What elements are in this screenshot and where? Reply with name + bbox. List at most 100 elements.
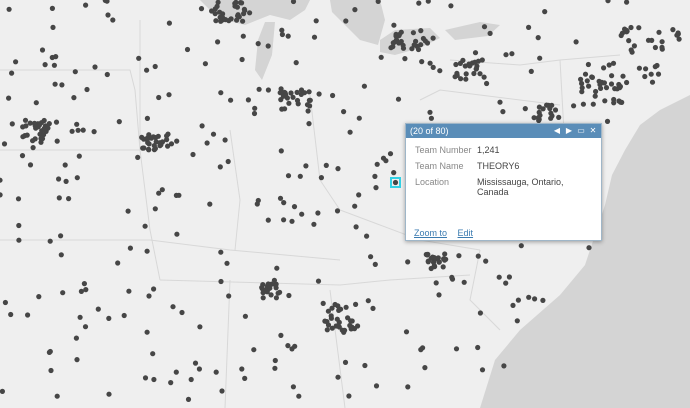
team-marker[interactable]: [501, 363, 507, 369]
team-marker[interactable]: [418, 347, 424, 353]
team-marker[interactable]: [549, 113, 555, 119]
team-marker[interactable]: [251, 110, 258, 117]
team-marker[interactable]: [535, 35, 541, 41]
team-marker[interactable]: [611, 100, 617, 106]
team-marker[interactable]: [659, 44, 665, 51]
team-marker[interactable]: [285, 173, 292, 179]
team-marker[interactable]: [272, 365, 278, 371]
team-marker[interactable]: [453, 61, 459, 68]
team-marker[interactable]: [477, 71, 483, 77]
team-marker[interactable]: [503, 52, 509, 58]
team-marker[interactable]: [483, 258, 489, 264]
team-marker[interactable]: [526, 294, 532, 300]
team-marker[interactable]: [293, 60, 299, 66]
team-marker[interactable]: [153, 135, 159, 141]
team-marker[interactable]: [63, 178, 69, 184]
team-marker[interactable]: [166, 20, 172, 26]
team-marker[interactable]: [311, 34, 318, 40]
team-marker[interactable]: [222, 17, 229, 23]
team-marker[interactable]: [168, 380, 174, 386]
team-marker[interactable]: [623, 29, 630, 35]
team-marker[interactable]: [430, 35, 436, 41]
team-marker[interactable]: [197, 324, 203, 330]
team-marker[interactable]: [656, 29, 662, 35]
team-marker[interactable]: [225, 158, 231, 165]
team-marker[interactable]: [413, 38, 419, 45]
team-marker[interactable]: [174, 138, 180, 144]
team-marker[interactable]: [156, 94, 162, 101]
team-marker[interactable]: [23, 123, 29, 129]
team-marker[interactable]: [571, 103, 577, 109]
team-marker[interactable]: [141, 145, 147, 151]
team-marker[interactable]: [463, 71, 469, 77]
team-marker[interactable]: [144, 115, 150, 121]
team-marker[interactable]: [628, 24, 634, 31]
team-marker[interactable]: [586, 83, 592, 89]
team-marker[interactable]: [127, 245, 133, 251]
team-marker[interactable]: [58, 233, 64, 239]
team-marker[interactable]: [614, 86, 620, 92]
team-marker[interactable]: [73, 335, 79, 341]
team-marker[interactable]: [59, 82, 65, 88]
team-marker[interactable]: [471, 70, 477, 77]
team-marker[interactable]: [514, 318, 520, 324]
team-marker[interactable]: [125, 208, 131, 214]
team-marker[interactable]: [255, 41, 261, 47]
team-marker[interactable]: [528, 68, 534, 74]
team-marker[interactable]: [475, 344, 481, 351]
team-marker[interactable]: [346, 393, 352, 399]
team-marker[interactable]: [74, 357, 80, 363]
team-marker[interactable]: [433, 280, 439, 286]
selected-marker[interactable]: [392, 179, 399, 186]
team-marker[interactable]: [139, 134, 145, 140]
team-marker[interactable]: [609, 73, 615, 79]
team-marker[interactable]: [345, 315, 351, 321]
team-marker[interactable]: [542, 9, 548, 15]
team-marker[interactable]: [378, 54, 384, 60]
team-marker[interactable]: [356, 115, 362, 121]
team-marker[interactable]: [537, 55, 543, 61]
team-marker[interactable]: [330, 92, 336, 99]
team-marker[interactable]: [213, 18, 219, 24]
team-marker[interactable]: [306, 89, 312, 95]
team-marker[interactable]: [77, 314, 83, 320]
team-marker[interactable]: [349, 318, 355, 324]
team-marker[interactable]: [268, 292, 274, 298]
team-marker[interactable]: [467, 63, 473, 69]
team-marker[interactable]: [142, 375, 149, 381]
team-marker[interactable]: [285, 343, 291, 349]
team-marker[interactable]: [104, 71, 110, 78]
team-marker[interactable]: [573, 39, 579, 45]
team-marker[interactable]: [204, 140, 210, 146]
team-marker[interactable]: [618, 32, 624, 39]
team-marker[interactable]: [368, 254, 374, 260]
team-marker[interactable]: [164, 137, 170, 143]
team-marker[interactable]: [305, 108, 311, 114]
team-marker[interactable]: [199, 123, 205, 129]
team-marker[interactable]: [92, 64, 98, 70]
team-marker[interactable]: [642, 73, 648, 80]
team-marker[interactable]: [239, 366, 245, 372]
team-marker[interactable]: [234, 4, 240, 10]
team-marker[interactable]: [173, 369, 179, 375]
team-marker[interactable]: [218, 249, 224, 255]
team-marker[interactable]: [165, 143, 171, 149]
team-marker[interactable]: [46, 349, 53, 355]
team-marker[interactable]: [136, 55, 142, 61]
team-marker[interactable]: [15, 196, 22, 202]
team-marker[interactable]: [16, 237, 22, 243]
team-marker[interactable]: [497, 99, 503, 105]
team-marker[interactable]: [299, 211, 305, 217]
team-marker[interactable]: [9, 70, 15, 76]
team-marker[interactable]: [126, 288, 132, 294]
team-marker[interactable]: [648, 71, 654, 77]
team-marker[interactable]: [329, 325, 335, 331]
team-marker[interactable]: [239, 56, 245, 63]
team-marker[interactable]: [217, 164, 223, 170]
team-marker[interactable]: [184, 46, 191, 53]
team-marker[interactable]: [420, 35, 426, 42]
team-marker[interactable]: [335, 374, 341, 380]
team-marker[interactable]: [556, 114, 562, 120]
team-marker[interactable]: [279, 31, 285, 38]
team-marker[interactable]: [322, 318, 328, 324]
